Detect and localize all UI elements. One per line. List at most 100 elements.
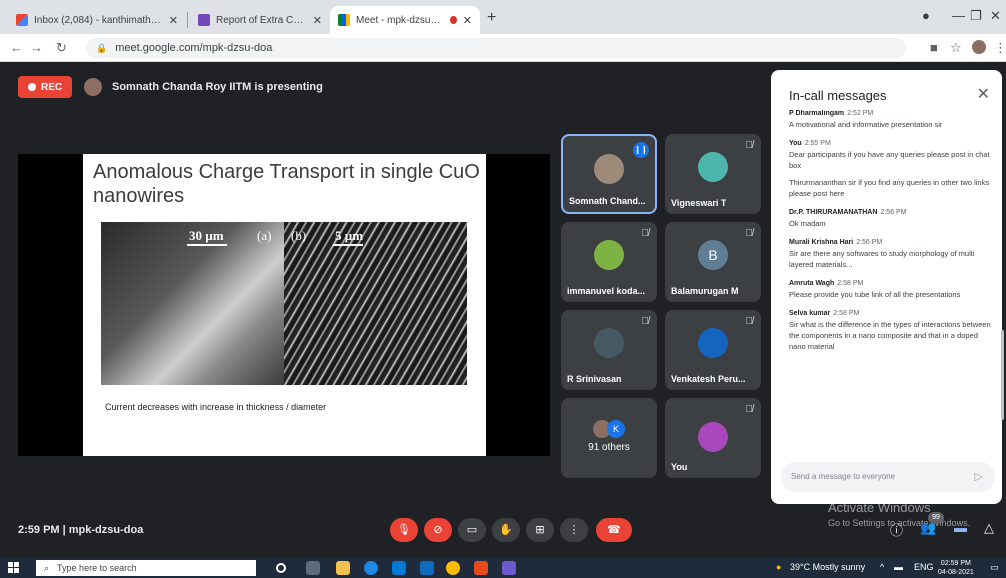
panel-label-a: (a) xyxy=(257,228,272,243)
lock-icon: 🔒 xyxy=(96,42,108,53)
shared-slide: Anomalous Charge Transport in single CuO… xyxy=(83,154,486,456)
cortana-icon[interactable] xyxy=(276,563,286,573)
mail-icon[interactable] xyxy=(420,561,434,575)
chrome-icon[interactable] xyxy=(446,561,460,575)
present-button[interactable]: ⊞ xyxy=(526,518,554,542)
reload-icon[interactable]: ↻ xyxy=(56,40,67,56)
tab-divider xyxy=(187,12,188,28)
sender-name: Murali Krishna Hari xyxy=(789,239,854,246)
meeting-info: 2:59 PM | mpk-dzsu-doa xyxy=(18,524,144,536)
store-icon[interactable] xyxy=(392,561,406,575)
new-tab-button[interactable]: + xyxy=(487,9,496,27)
taskbar-search[interactable]: ⌕ Type here to search xyxy=(36,560,256,576)
participant-tile[interactable]: B 🎙̸ Balamurugan M xyxy=(665,222,761,302)
message-text: A motivational and informative presentat… xyxy=(789,120,943,129)
self-tile[interactable]: 🎙̸ You xyxy=(665,398,761,478)
rec-label: REC xyxy=(41,81,63,93)
others-count: 91 others xyxy=(588,442,630,453)
tray-chevron-icon[interactable]: ^ xyxy=(880,562,884,572)
message-time: 2:56 PM xyxy=(856,239,883,246)
meet-icon xyxy=(338,14,350,26)
close-icon[interactable]: ✕ xyxy=(313,14,322,27)
participant-tile[interactable]: ❙❙ Somnath Chand... xyxy=(561,134,657,214)
presenting-text: Somnath Chanda Roy IITM is presenting xyxy=(112,81,323,93)
avatar[interactable] xyxy=(972,40,986,54)
task-view-icon[interactable] xyxy=(306,561,320,575)
message-time: 2:55 PM xyxy=(804,140,831,147)
minimize-button[interactable]: — xyxy=(952,8,965,23)
raise-hand-button[interactable]: ✋ xyxy=(492,518,520,542)
windows-start-icon[interactable] xyxy=(8,562,20,574)
message-text: Dear participants if you have any querie… xyxy=(789,150,990,170)
tab-meet[interactable]: Meet - mpk-dzsu-doa ✕ xyxy=(330,6,480,34)
message-time: 2:58 PM xyxy=(837,280,864,287)
file-explorer-icon[interactable] xyxy=(336,561,350,575)
tab-gmail[interactable]: Inbox (2,084) - kanthimathi@ritrj ✕ xyxy=(8,6,186,34)
chat-scrollbar[interactable] xyxy=(1001,330,1004,420)
sender-name: Amruta Wagh xyxy=(789,280,835,287)
chat-message: You 2:55 PM Dear participants if you have… xyxy=(789,140,994,199)
tab-forms[interactable]: Report of Extra Curricular Club Ev ✕ xyxy=(190,6,330,34)
menu-icon[interactable]: ⋮ xyxy=(994,40,1006,56)
clock-date: 04-08-2021 xyxy=(938,569,974,576)
send-icon[interactable]: ▷ xyxy=(975,462,983,492)
recording-dot-icon xyxy=(449,16,457,24)
edge-icon[interactable] xyxy=(364,561,378,575)
leave-call-button[interactable]: ☎ xyxy=(596,518,632,542)
chat-message: Murali Krishna Hari 2:56 PM Sir are there… xyxy=(789,239,994,270)
window-close-button[interactable]: ✕ xyxy=(990,8,1001,24)
info-icon[interactable]: ⓘ xyxy=(890,520,903,539)
mic-toggle-button[interactable]: 🎙 xyxy=(390,518,418,542)
message-list: P Dharmalingam 2:52 PM A motivational and… xyxy=(789,110,994,480)
bookmark-star-icon[interactable]: ☆ xyxy=(950,40,962,56)
maximize-button[interactable]: ❐ xyxy=(970,8,982,24)
participant-tile[interactable]: 🎙̸ R Srinivasan xyxy=(561,310,657,390)
sem-micrograph: 30 µm (a) (b) 5 µm xyxy=(101,222,467,385)
participant-tile[interactable]: 🎙̸ Venkatesh Peru... xyxy=(665,310,761,390)
app-icon[interactable] xyxy=(502,561,516,575)
others-tile[interactable]: K 91 others xyxy=(561,398,657,478)
participant-name: Venkatesh Peru... xyxy=(671,374,746,384)
browser-tabstrip: Inbox (2,084) - kanthimathi@ritrj ✕ Repo… xyxy=(0,0,1006,34)
profile-icon[interactable]: ● xyxy=(922,8,930,23)
activities-icon[interactable]: △ xyxy=(984,520,994,536)
people-count-badge: 99 xyxy=(928,512,944,524)
camera-icon[interactable]: ■ xyxy=(930,40,938,55)
notifications-icon[interactable]: ▭ xyxy=(990,562,999,573)
sender-name: P Dharmalingam xyxy=(789,110,845,117)
avatar xyxy=(594,328,624,358)
taskbar-clock[interactable]: 02:59 PM 04-08-2021 xyxy=(938,559,974,577)
back-icon[interactable]: ← xyxy=(10,40,23,55)
language-indicator[interactable]: ENG xyxy=(914,562,934,572)
record-icon xyxy=(28,83,36,91)
participant-tile[interactable]: 🎙̸ immanuvel koda... xyxy=(561,222,657,302)
tab-title: Report of Extra Curricular Club Ev xyxy=(216,14,307,26)
network-icon[interactable]: ▬ xyxy=(894,562,903,572)
message-text: Sir what is the difference in the types … xyxy=(789,320,991,351)
chat-message: P Dharmalingam 2:52 PM A motivational and… xyxy=(789,110,994,130)
forward-icon[interactable]: → xyxy=(30,40,43,55)
gmail-icon xyxy=(16,14,28,26)
more-options-button[interactable]: ⋮ xyxy=(560,518,588,542)
close-icon[interactable]: ✕ xyxy=(977,84,990,104)
tab-title: Meet - mpk-dzsu-doa xyxy=(356,14,442,26)
chat-message-input[interactable]: Send a message to everyone ▷ xyxy=(781,462,995,492)
participant-tile[interactable]: 🎙̸ Vigneswari T xyxy=(665,134,761,214)
tab-title: Inbox (2,084) - kanthimathi@ritrj xyxy=(34,14,163,26)
camera-toggle-button[interactable]: ⊘ xyxy=(424,518,452,542)
micrograph-a xyxy=(101,222,284,385)
chat-panel: In-call messages ✕ P Dharmalingam 2:52 PM… xyxy=(771,70,1002,504)
close-icon[interactable]: ✕ xyxy=(463,14,472,27)
message-text: Thirurmananthan sir if you find any quer… xyxy=(789,178,990,198)
avatar: K xyxy=(607,420,625,438)
chat-icon[interactable]: ▬ xyxy=(954,520,967,535)
message-time: 2:52 PM xyxy=(847,110,874,117)
captions-button[interactable]: ▭ xyxy=(458,518,486,542)
app-icon[interactable] xyxy=(474,561,488,575)
url-field[interactable]: 🔒 meet.google.com/mpk-dzsu-doa xyxy=(86,38,906,58)
scale-bar xyxy=(187,244,227,246)
close-icon[interactable]: ✕ xyxy=(169,14,178,27)
participant-name: Somnath Chand... xyxy=(569,196,646,206)
avatar xyxy=(698,152,728,182)
weather-text[interactable]: 39°C Mostly sunny xyxy=(790,562,865,572)
